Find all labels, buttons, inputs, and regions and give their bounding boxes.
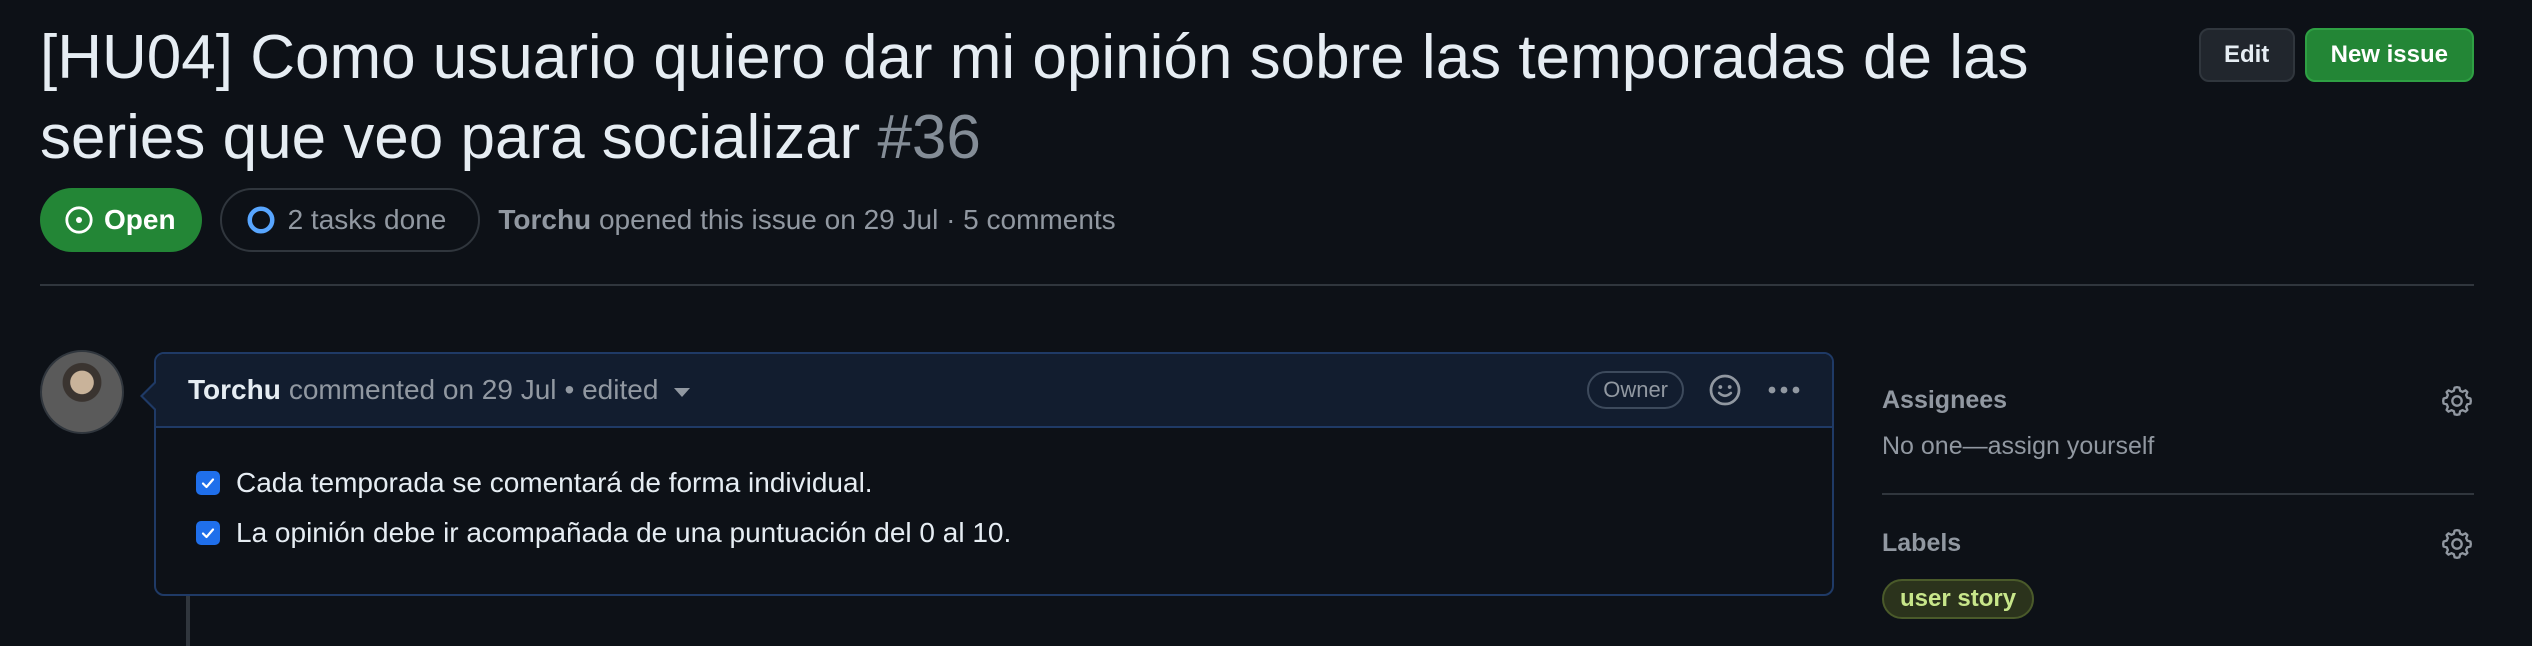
issue-number: #36 [877, 103, 981, 172]
assignees-title: Assignees [1882, 385, 2008, 414]
labels-section: Labels user story [1882, 523, 2474, 619]
header-actions: Edit New issue [2198, 28, 2474, 82]
tasks-label: 2 tasks done [287, 204, 447, 235]
state-badge: Open [40, 188, 202, 252]
owner-badge: Owner [1587, 371, 1684, 409]
task-item: La opinión debe ir acompañada de una pun… [196, 508, 1792, 558]
check-icon [201, 528, 215, 539]
assignees-settings-button[interactable] [2440, 384, 2474, 423]
task-text: La opinión debe ir acompañada de una pun… [236, 517, 1012, 548]
state-label: Open [104, 204, 176, 235]
task-checkbox[interactable] [196, 471, 220, 495]
edited-dropdown[interactable]: • edited [565, 374, 691, 406]
tasks-progress[interactable]: 2 tasks done [219, 188, 481, 252]
issue-page: [HU04] Como usuario quiero dar mi opinió… [0, 0, 2532, 646]
sidebar-divider [1882, 493, 2474, 495]
edited-label: • edited [564, 374, 659, 405]
comment-body: Cada temporada se comentará de forma ind… [156, 428, 1832, 588]
smiley-icon [1709, 374, 1741, 406]
labels-settings-button[interactable] [2440, 527, 2474, 566]
comment-author-link[interactable]: Torchu [188, 374, 281, 406]
check-icon [201, 478, 215, 489]
issue-meta: Torchu opened this issue on 29 Jul · 5 c… [498, 204, 1115, 236]
edit-button[interactable]: Edit [2198, 28, 2295, 82]
gear-icon [2442, 529, 2472, 559]
comment-header: Torchu commented on 29 Jul • edited Owne… [156, 354, 1832, 428]
labels-title: Labels [1882, 528, 1962, 557]
assign-yourself-link[interactable]: No one—assign yourself [1882, 432, 2474, 461]
kebab-icon [1768, 386, 1800, 394]
gear-icon [2442, 386, 2472, 416]
task-item: Cada temporada se comentará de forma ind… [196, 458, 1792, 508]
new-issue-button[interactable]: New issue [2304, 28, 2474, 82]
sidebar: Assignees No one—assign yourself Labels … [1882, 380, 2474, 619]
issue-meta-row: Open 2 tasks done Torchu opened this iss… [40, 188, 1116, 252]
comment-meta[interactable]: commented on 29 Jul [289, 374, 557, 406]
label-user-story[interactable]: user story [1882, 579, 2035, 619]
issue-opened-icon [65, 206, 93, 234]
task-checkbox[interactable] [196, 521, 220, 545]
assignees-section: Assignees No one—assign yourself [1882, 380, 2474, 461]
comment-options-button[interactable] [1766, 384, 1802, 396]
caret-down-icon [674, 387, 691, 397]
progress-circle-icon [247, 206, 275, 234]
avatar[interactable] [40, 350, 124, 434]
timeline-line [186, 594, 190, 646]
issue-author-link[interactable]: Torchu [498, 204, 591, 235]
task-text: Cada temporada se comentará de forma ind… [236, 467, 873, 498]
issue-meta-text: opened this issue on 29 Jul · 5 comments [598, 204, 1116, 235]
comment-box: Torchu commented on 29 Jul • edited Owne… [140, 352, 1834, 596]
reaction-button[interactable] [1708, 373, 1742, 407]
issue-title: [HU04] Como usuario quiero dar mi opinió… [40, 18, 2050, 178]
header-divider [40, 284, 2474, 286]
issue-title-text: [HU04] Como usuario quiero dar mi opinió… [40, 23, 2029, 172]
